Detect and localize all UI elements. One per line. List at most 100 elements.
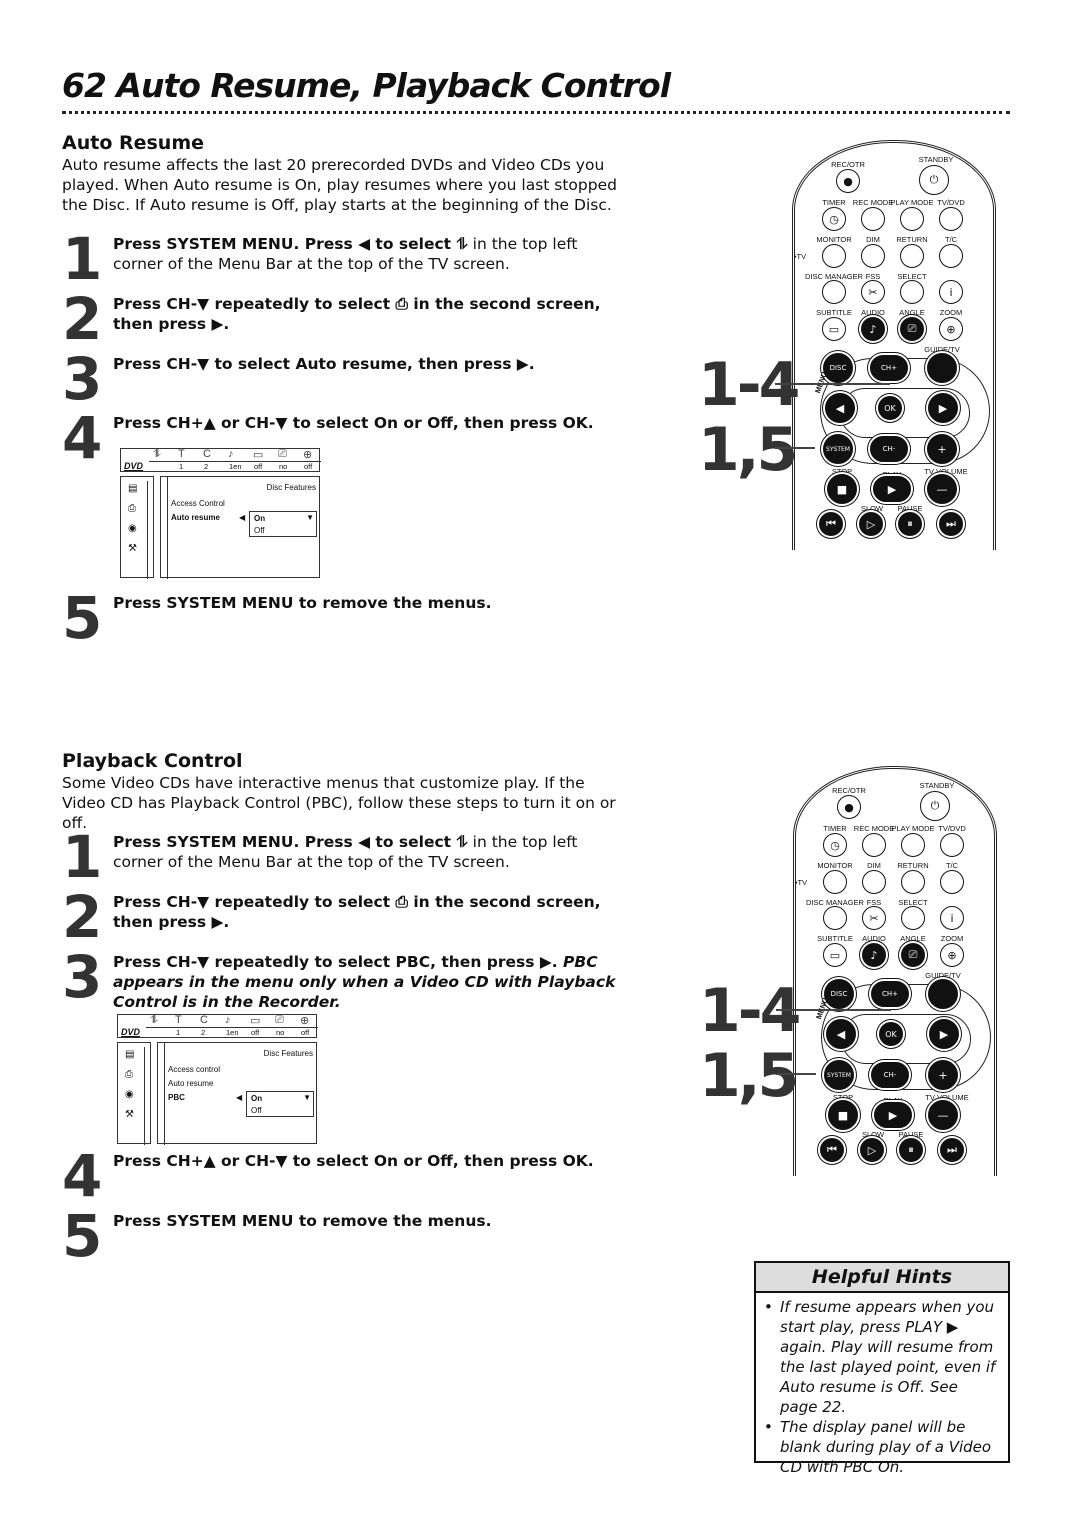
play-button[interactable]: ▶ <box>874 1102 912 1128</box>
select-button[interactable] <box>900 280 924 304</box>
angle-icon[interactable]: ⎚ <box>278 448 287 461</box>
scrollbar[interactable] <box>144 1047 145 1145</box>
option-off[interactable]: Off <box>254 526 265 535</box>
angle-button[interactable]: ⎚ <box>901 943 925 967</box>
rec-mode-button[interactable] <box>862 833 886 857</box>
next-button[interactable]: ⏭ <box>940 1138 964 1162</box>
chapter-icon[interactable]: C <box>203 448 211 460</box>
disc-button[interactable]: DISC <box>823 353 853 383</box>
audio-icon[interactable]: ♪ <box>225 1014 231 1026</box>
standby-button[interactable]: ⏻ <box>920 791 950 821</box>
standby-button[interactable]: ⏻ <box>919 165 949 195</box>
angle-button[interactable]: ⎚ <box>900 317 924 341</box>
timer-button[interactable]: ◷ <box>823 833 847 857</box>
preferences-icon[interactable]: ⎙ <box>128 503 136 514</box>
audio-button[interactable]: ♪ <box>862 943 886 967</box>
scrollbar[interactable] <box>147 481 148 579</box>
audio-icon[interactable]: ♪ <box>228 448 234 460</box>
return-button[interactable] <box>900 244 924 268</box>
tv-dvd-button[interactable] <box>939 207 963 231</box>
tools-icon[interactable]: ⚒ <box>128 543 137 554</box>
menu-item[interactable]: Access Control <box>171 499 225 508</box>
ch-minus-button[interactable]: CH- <box>871 1062 909 1088</box>
disc-manager-button[interactable] <box>822 280 846 304</box>
play-button[interactable]: ▶ <box>873 476 911 502</box>
record-icon[interactable]: ◉ <box>128 523 137 534</box>
disc-manager-button[interactable] <box>823 906 847 930</box>
menu-item[interactable]: Auto resume <box>168 1079 213 1088</box>
info-button[interactable]: i <box>940 906 964 930</box>
option-off[interactable]: Off <box>251 1106 262 1115</box>
subtitle-button[interactable]: ▭ <box>822 317 846 341</box>
zoom-icon[interactable]: ⊕ <box>303 448 312 461</box>
disc-features-icon[interactable]: ▤ <box>125 1049 134 1060</box>
volume-up-button[interactable]: + <box>928 1060 958 1090</box>
next-button[interactable]: ⏭ <box>939 512 963 536</box>
tc-button[interactable] <box>940 870 964 894</box>
right-button[interactable]: ▶ <box>929 1019 959 1049</box>
rec-otr-button[interactable]: ● <box>837 795 861 819</box>
ok-button[interactable]: OK <box>879 1022 903 1046</box>
play-mode-button[interactable] <box>900 207 924 231</box>
menu-item[interactable]: Access control <box>168 1065 220 1074</box>
guide-tv-button[interactable] <box>927 353 957 383</box>
audio-button[interactable]: ♪ <box>861 317 885 341</box>
previous-button[interactable]: ⏮ <box>819 512 843 536</box>
record-icon[interactable]: ◉ <box>125 1089 134 1100</box>
ch-plus-button[interactable]: CH+ <box>870 355 908 381</box>
option-dropdown[interactable]: On Off ▼ <box>246 1091 314 1117</box>
fss-button[interactable]: ✂ <box>861 280 885 304</box>
left-button[interactable]: ◀ <box>825 393 855 423</box>
chapter-icon[interactable]: C <box>200 1014 208 1026</box>
right-button[interactable]: ▶ <box>928 393 958 423</box>
dim-button[interactable] <box>861 244 885 268</box>
left-button[interactable]: ◀ <box>826 1019 856 1049</box>
option-dropdown[interactable]: On Off ▼ <box>249 511 317 537</box>
rec-otr-button[interactable]: ● <box>836 169 860 193</box>
slow-button[interactable]: ▷ <box>860 1138 884 1162</box>
volume-down-button[interactable]: — <box>927 474 957 504</box>
disc-features-icon[interactable]: ▤ <box>128 483 137 494</box>
ok-button[interactable]: OK <box>878 396 902 420</box>
select-button[interactable] <box>901 906 925 930</box>
subtitle-button[interactable]: ▭ <box>823 943 847 967</box>
subtitle-icon[interactable]: ▭ <box>253 448 263 461</box>
zoom-icon[interactable]: ⊕ <box>300 1014 309 1027</box>
stop-button[interactable]: ■ <box>828 1100 858 1130</box>
monitor-button[interactable] <box>822 244 846 268</box>
settings-icon[interactable]: ⥮ <box>153 448 161 461</box>
previous-button[interactable]: ⏮ <box>820 1138 844 1162</box>
option-on[interactable]: On <box>251 1094 262 1103</box>
tv-dvd-button[interactable] <box>940 833 964 857</box>
ch-minus-button[interactable]: CH- <box>870 436 908 462</box>
zoom-button[interactable]: ⊕ <box>939 317 963 341</box>
tools-icon[interactable]: ⚒ <box>125 1109 134 1120</box>
title-icon[interactable]: T <box>178 448 185 460</box>
volume-up-button[interactable]: + <box>927 434 957 464</box>
preferences-icon[interactable]: ⎙ <box>125 1069 133 1080</box>
info-button[interactable]: i <box>939 280 963 304</box>
settings-icon[interactable]: ⥮ <box>150 1014 158 1027</box>
stop-button[interactable]: ■ <box>827 474 857 504</box>
monitor-button[interactable] <box>823 870 847 894</box>
system-menu-button[interactable]: SYSTEM <box>824 1060 854 1090</box>
rec-mode-button[interactable] <box>861 207 885 231</box>
tc-button[interactable] <box>939 244 963 268</box>
play-mode-button[interactable] <box>901 833 925 857</box>
ch-plus-button[interactable]: CH+ <box>871 981 909 1007</box>
return-button[interactable] <box>901 870 925 894</box>
system-menu-button[interactable]: SYSTEM <box>823 434 853 464</box>
guide-tv-button[interactable] <box>928 979 958 1009</box>
pause-button[interactable]: ⏸ <box>899 1138 923 1162</box>
volume-down-button[interactable]: — <box>928 1100 958 1130</box>
fss-button[interactable]: ✂ <box>862 906 886 930</box>
slow-button[interactable]: ▷ <box>859 512 883 536</box>
timer-button[interactable]: ◷ <box>822 207 846 231</box>
menu-item[interactable]: PBC <box>168 1093 185 1102</box>
angle-icon[interactable]: ⎚ <box>275 1014 284 1027</box>
disc-button[interactable]: DISC <box>824 979 854 1009</box>
dim-button[interactable] <box>862 870 886 894</box>
pause-button[interactable]: ⏸ <box>898 512 922 536</box>
zoom-button[interactable]: ⊕ <box>940 943 964 967</box>
title-icon[interactable]: T <box>175 1014 182 1026</box>
